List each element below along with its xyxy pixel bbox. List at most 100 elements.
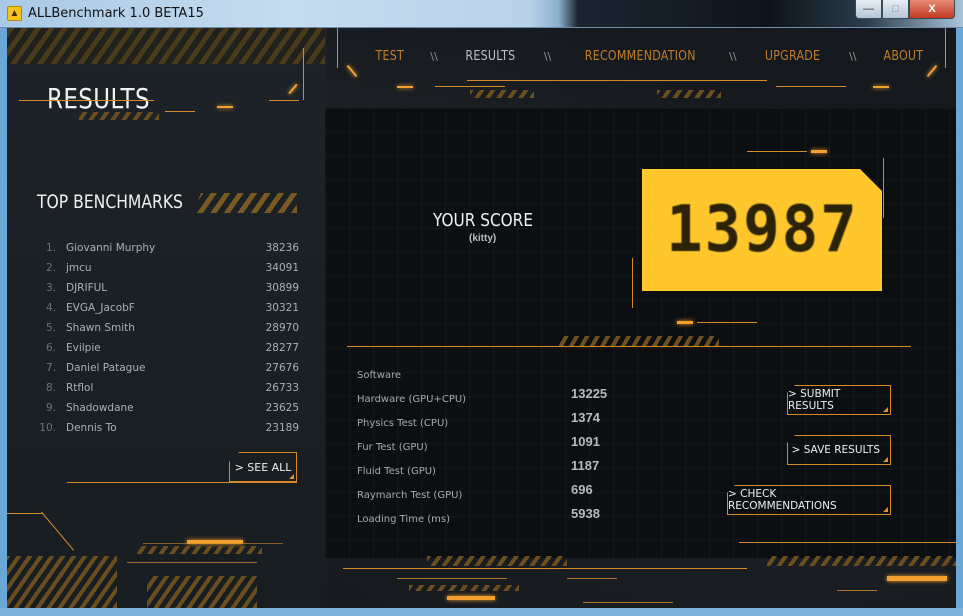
circuit-line [143,543,283,544]
hazard-stripe-decoration [559,336,719,346]
nav-separator: \\ [543,49,552,63]
nav-frame-highlight [873,86,889,88]
score-display: 13987 [642,169,882,291]
user-score: 28277 [265,342,299,354]
stat-value: 696 [571,482,593,497]
circuit-line [165,111,195,112]
tab-results[interactable]: RESULTS [466,49,516,64]
hazard-stripe-decoration [470,90,534,98]
rank: 4. [45,302,56,314]
score-username: (kitty) [469,233,497,244]
hazard-stripe-decoration [7,28,325,64]
user-score: 27676 [265,362,299,374]
stat-label: Physics Test (CPU) [357,418,449,429]
user-name: DJRIFUL [66,282,108,294]
leaderboard-row: 7. Daniel Patague 27676 [37,358,299,378]
leaderboard-row: 1. Giovanni Murphy 38236 [37,238,299,258]
stat-value: 13225 [571,386,608,401]
circuit-highlight [217,106,233,108]
user-score: 30321 [265,302,299,314]
leaderboard-row: 8. Rtflol 26733 [37,378,299,398]
app-warning-icon: ▲ [7,6,22,21]
user-score: 23625 [265,402,299,414]
tab-recommendation[interactable]: RECOMMENDATION [585,49,696,64]
score-frame-highlight [811,150,827,153]
maximize-button[interactable]: □ [882,0,909,19]
your-score-heading: YOUR SCORE [433,210,533,231]
user-score: 28970 [265,322,299,334]
minimize-button[interactable]: — [855,0,882,19]
nav-underline [467,80,767,81]
hazard-stripe-decoration [193,193,297,213]
hazard-stripe-decoration [7,556,117,608]
leaderboard-row: 3. DJRIFUL 30899 [37,278,299,298]
tab-test[interactable]: TEST [376,49,405,64]
user-name: EVGA_JacobF [66,302,135,314]
see-all-button[interactable]: > SEE ALL [229,452,297,482]
leaderboard-row: 5. Shawn Smith 28970 [37,318,299,338]
rank: 2. [45,262,56,274]
save-results-button[interactable]: > SAVE RESULTS [787,435,891,465]
stat-label: Fur Test (GPU) [357,442,428,453]
hazard-stripe-decoration [79,112,159,120]
circuit-line [269,100,299,101]
stat-value: 1187 [571,458,600,473]
leaderboard-row: 9. Shadowdane 23625 [37,398,299,418]
nav-frame-highlight [926,64,938,78]
score-frame-highlight [677,321,693,324]
nav-underline [435,86,505,87]
top-benchmarks-title: TOP BENCHMARKS [37,191,183,213]
tab-upgrade[interactable]: UPGRADE [765,49,820,64]
save-results-label: > SAVE RESULTS [791,444,880,456]
leaderboard-row: 4. EVGA_JacobF 30321 [37,298,299,318]
stat-label: Raymarch Test (GPU) [357,490,463,501]
stat-label: Software [357,370,402,381]
nav-separator: \\ [430,49,438,63]
window-controls: — □ X [855,0,955,20]
window-frame-bottom [0,608,963,616]
hazard-stripe-decoration [657,90,721,98]
stat-value: 1374 [571,410,600,425]
nav-frame-highlight [397,86,413,88]
stat-label: Hardware (GPU+CPU) [357,394,467,405]
user-name: Shadowdane [66,402,134,414]
leaderboard-row: 2. jmcu 34091 [37,258,299,278]
corner-triangle-icon [289,474,294,479]
nav-frame-line [945,28,946,68]
main-nav: TEST \\ RESULTS \\ RECOMMENDATION \\ UPG… [337,38,927,74]
nav-separator: \\ [729,49,737,63]
divider [67,482,297,483]
leaderboard-row: 6. Evilpie 28277 [37,338,299,358]
user-score: 30899 [265,282,299,294]
divider [347,346,911,347]
user-name: Shawn Smith [66,322,135,334]
circuit-line [127,562,257,563]
stat-value: 1091 [571,434,600,449]
leaderboard-row: 10. Dennis To 23189 [37,418,299,438]
user-name: Giovanni Murphy [66,242,156,254]
user-name: Daniel Patague [66,362,146,374]
circuit-line [397,578,507,579]
window-title: ALLBenchmark 1.0 BETA15 [28,6,204,21]
rank: 5. [45,322,56,334]
user-name: jmcu [66,262,92,274]
stat-row: Loading Time (ms) 5938 [357,506,617,536]
tab-about[interactable]: ABOUT [884,49,924,64]
submit-results-label: > SUBMIT RESULTS [788,388,841,412]
check-recommendations-label: > CHECK RECOMMENDATIONS [728,488,837,512]
circuit-line [19,100,154,101]
user-score: 34091 [265,262,299,274]
score-frame-line [747,151,807,152]
score-frame-line [697,322,757,323]
submit-results-button[interactable]: > SUBMIT RESULTS [787,385,891,415]
rank: 10. [39,422,56,434]
close-button[interactable]: X [909,0,955,19]
corner-triangle-icon [883,507,888,512]
app-client-area: RESULTS TOP BENCHMARKS 1. Giovanni Murphy… [7,28,956,608]
circuit-line [583,602,673,603]
stats-list: Software Hardware (GPU+CPU) 13225 Physics… [357,368,617,536]
circuit-highlight [887,576,947,581]
user-name: Dennis To [66,422,117,434]
hazard-stripe-decoration [409,585,519,591]
check-recommendations-button[interactable]: > CHECK RECOMMENDATIONS [727,485,891,515]
